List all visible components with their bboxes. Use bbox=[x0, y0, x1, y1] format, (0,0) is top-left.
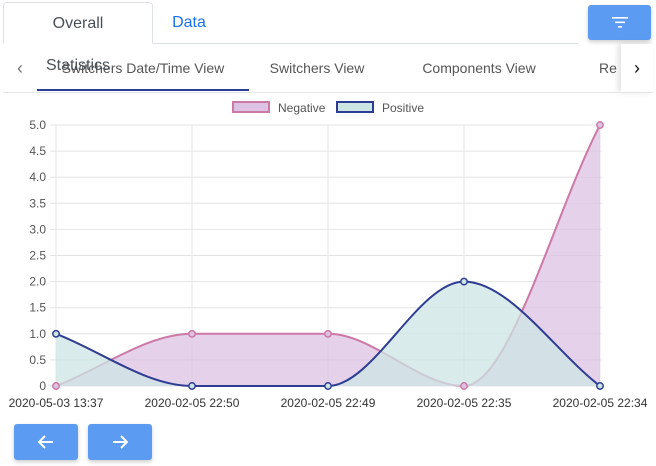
y-tick-label: 4.0 bbox=[29, 170, 46, 184]
data-point-negative bbox=[52, 382, 60, 390]
data-point-positive bbox=[596, 382, 604, 390]
data-point-positive bbox=[188, 382, 196, 390]
y-tick-label: 3.5 bbox=[29, 196, 46, 210]
data-point-negative bbox=[324, 329, 332, 338]
y-tick-label: 1.0 bbox=[29, 327, 46, 341]
data-point-negative bbox=[460, 382, 468, 390]
data-point-positive bbox=[460, 277, 468, 286]
data-point-positive bbox=[52, 329, 60, 338]
x-tick-label: 2020-02-05 22:50 bbox=[145, 396, 240, 410]
arrow-left-icon bbox=[37, 435, 53, 449]
y-tick-label: 5.0 bbox=[29, 118, 46, 132]
x-tick-label: 2020-02-05 22:34 bbox=[553, 396, 648, 410]
data-point-negative bbox=[188, 329, 196, 338]
y-tick-label: 0.5 bbox=[29, 353, 46, 367]
previous-button[interactable] bbox=[14, 424, 78, 460]
y-tick-label: 2.5 bbox=[29, 249, 46, 263]
arrow-right-icon bbox=[113, 435, 129, 449]
x-tick-label: 2020-02-05 22:49 bbox=[281, 396, 376, 410]
y-tick-label: 2.0 bbox=[29, 275, 46, 289]
y-tick-label: 3.0 bbox=[29, 222, 46, 236]
x-tick-label: 2020-05-03 13:37 bbox=[9, 396, 104, 410]
data-point-positive bbox=[324, 382, 332, 390]
data-point-negative bbox=[596, 121, 604, 129]
y-tick-label: 1.5 bbox=[29, 301, 46, 315]
y-tick-label: 0 bbox=[39, 379, 46, 393]
y-tick-label: 4.5 bbox=[29, 144, 46, 158]
x-tick-label: 2020-02-05 22:35 bbox=[417, 396, 512, 410]
next-button[interactable] bbox=[88, 424, 152, 460]
tab-overall-statistics[interactable]: Overall Statistics bbox=[3, 2, 153, 74]
